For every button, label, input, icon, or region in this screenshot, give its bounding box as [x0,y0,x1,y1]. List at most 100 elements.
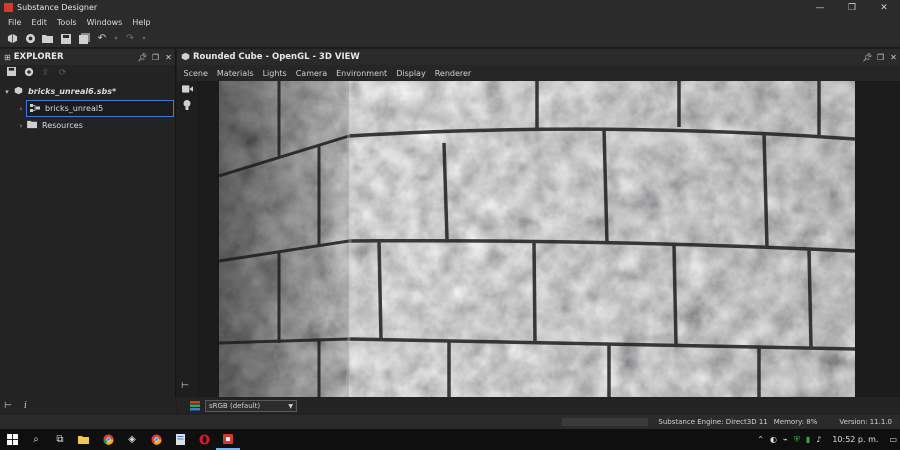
hierarchy-icon[interactable]: ⊢ [181,381,189,391]
chevron-up-icon[interactable]: ⌃ [757,435,764,444]
new-graph-icon[interactable] [23,32,37,46]
3d-view-panel: Rounded Cube - OpenGL - 3D VIEW 📌︎ ❐ ✕ S… [177,49,900,415]
graph-icon [29,103,41,114]
explorer-icon: ⊞ [4,52,11,62]
close-window-button[interactable]: ✕ [868,0,900,15]
chevron-right-icon[interactable]: › [16,105,26,113]
folder-icon [26,120,38,131]
menu-windows[interactable]: Windows [87,18,123,27]
menu-environment[interactable]: Environment [336,69,387,78]
explorer-footer: ⊢ i [0,397,176,415]
redo-icon[interactable]: ↷ [123,32,137,46]
progress-box [562,418,649,426]
menu-bar: File Edit Tools Windows Help [0,15,900,30]
pin-icon[interactable]: 📌︎ [136,53,149,62]
hierarchy-icon[interactable]: ⊢ [4,401,24,411]
windows-taskbar: ⌕ ⧉ ◈ ⌃ ◐ ⌁ ⛨ ▮ ♪ 10:52 p. m. ▭ [0,429,900,450]
menu-edit[interactable]: Edit [31,18,47,27]
window-controls: — ❐ ✕ [804,0,900,15]
light-bulb-icon[interactable] [177,100,197,113]
menu-lights[interactable]: Lights [263,69,287,78]
new-package-icon[interactable] [5,32,19,46]
engine-status: Substance Engine: Direct3D 11 [658,418,768,426]
info-icon[interactable]: i [24,401,44,411]
search-icon[interactable]: ⌕ [24,429,48,450]
status-bar: Substance Engine: Direct3D 11 Memory: 8%… [0,415,900,429]
minimize-button[interactable]: — [804,0,836,15]
save-icon[interactable] [59,32,73,46]
refresh-icon[interactable]: ⟳ [54,68,71,78]
close-panel-icon[interactable]: ✕ [887,53,900,62]
save-all-icon[interactable] [77,32,91,46]
package-icon [12,86,24,97]
file-explorer-icon[interactable] [72,429,96,450]
close-panel-icon[interactable]: ✕ [162,53,175,62]
windows-start-icon[interactable] [0,429,24,450]
tray-app-icon[interactable]: ◐ [770,435,777,444]
maximize-button[interactable]: ❐ [836,0,868,15]
version-status: Version: 11.1.0 [839,418,892,426]
explorer-toolbar: ⇪ ⟳ [0,65,175,81]
pin-icon[interactable]: 📌︎ [861,53,874,62]
menu-file[interactable]: File [8,18,21,27]
shield-icon[interactable]: ⛨ [794,435,800,445]
3d-view-footer: sRGB (default) ▼ [177,397,900,415]
3d-viewport[interactable] [219,81,855,397]
chrome-icon[interactable] [96,429,120,450]
package-name: bricks_unreal6.sbs* [28,87,117,96]
opera-icon[interactable] [192,429,216,450]
memory-status: Memory: 8% [773,418,818,426]
float-panel-icon[interactable]: ❐ [874,53,887,62]
volume-icon[interactable]: ♪ [816,435,821,444]
title-bar: Substance Designer — ❐ ✕ [0,0,900,15]
menu-scene[interactable]: Scene [184,69,208,78]
chevron-down-icon[interactable]: ▾ [141,32,147,46]
chevron-right-icon[interactable]: › [16,122,26,130]
document-app-icon[interactable] [168,429,192,450]
tree-item-graph[interactable]: bricks_unreal5 [26,100,174,117]
main-toolbar: ↶ ▾ ↷ ▾ [0,30,900,48]
float-panel-icon[interactable]: ❐ [149,53,162,62]
explorer-panel: ⊞ EXPLORER 📌︎ ❐ ✕ ⇪ ⟳ ▾ bricks_unreal6.s… [0,49,176,415]
colorspace-value: sRGB (default) [209,402,261,410]
window-title: Substance Designer [17,3,98,12]
layers-icon[interactable] [189,401,201,411]
chevron-down-icon[interactable]: ▾ [113,32,119,46]
save-package-icon[interactable] [3,67,20,79]
menu-materials[interactable]: Materials [217,69,254,78]
menu-tools[interactable]: Tools [57,18,77,27]
menu-camera[interactable]: Camera [296,69,327,78]
explorer-tree: ▾ bricks_unreal6.sbs* › bricks_unreal5 ›… [0,83,176,134]
resources-label: Resources [42,121,83,130]
stone-bricks-render [219,81,855,397]
network-icon[interactable]: ⌁ [783,435,788,444]
graph-name: bricks_unreal5 [45,104,104,113]
system-tray: ⌃ ◐ ⌁ ⛨ ▮ ♪ 10:52 p. m. ▭ [754,429,900,450]
viewport-side-toolbar [177,81,197,415]
camera-icon[interactable] [177,85,197,96]
3d-view-title: Rounded Cube - OpenGL - 3D VIEW [193,52,360,62]
explorer-header: ⊞ EXPLORER 📌︎ ❐ ✕ [0,49,175,65]
substance-designer-app-icon [4,3,13,12]
tree-item-package[interactable]: ▾ bricks_unreal6.sbs* [0,83,176,100]
colorspace-dropdown[interactable]: sRGB (default) ▼ [205,400,297,412]
notifications-icon[interactable]: ▭ [889,435,897,444]
export-icon[interactable]: ⇪ [37,68,54,78]
task-view-icon[interactable]: ⧉ [48,429,72,450]
taskbar-clock[interactable]: 10:52 p. m. [832,435,878,444]
chevron-down-icon: ▼ [288,402,293,410]
unity-icon[interactable]: ◈ [120,429,144,450]
chrome-icon[interactable] [144,429,168,450]
menu-help[interactable]: Help [132,18,150,27]
menu-display[interactable]: Display [396,69,426,78]
undo-icon[interactable]: ↶ [95,32,109,46]
tree-item-resources[interactable]: › Resources [0,117,176,134]
battery-icon[interactable]: ▮ [806,435,810,444]
chevron-down-icon[interactable]: ▾ [2,88,12,96]
open-folder-icon[interactable] [41,32,55,46]
explorer-title: EXPLORER [13,52,64,62]
new-graph-icon[interactable] [20,67,37,80]
substance-designer-taskbar-icon[interactable] [216,429,240,450]
3d-view-header: Rounded Cube - OpenGL - 3D VIEW 📌︎ ❐ ✕ [177,49,900,65]
menu-renderer[interactable]: Renderer [435,69,472,78]
